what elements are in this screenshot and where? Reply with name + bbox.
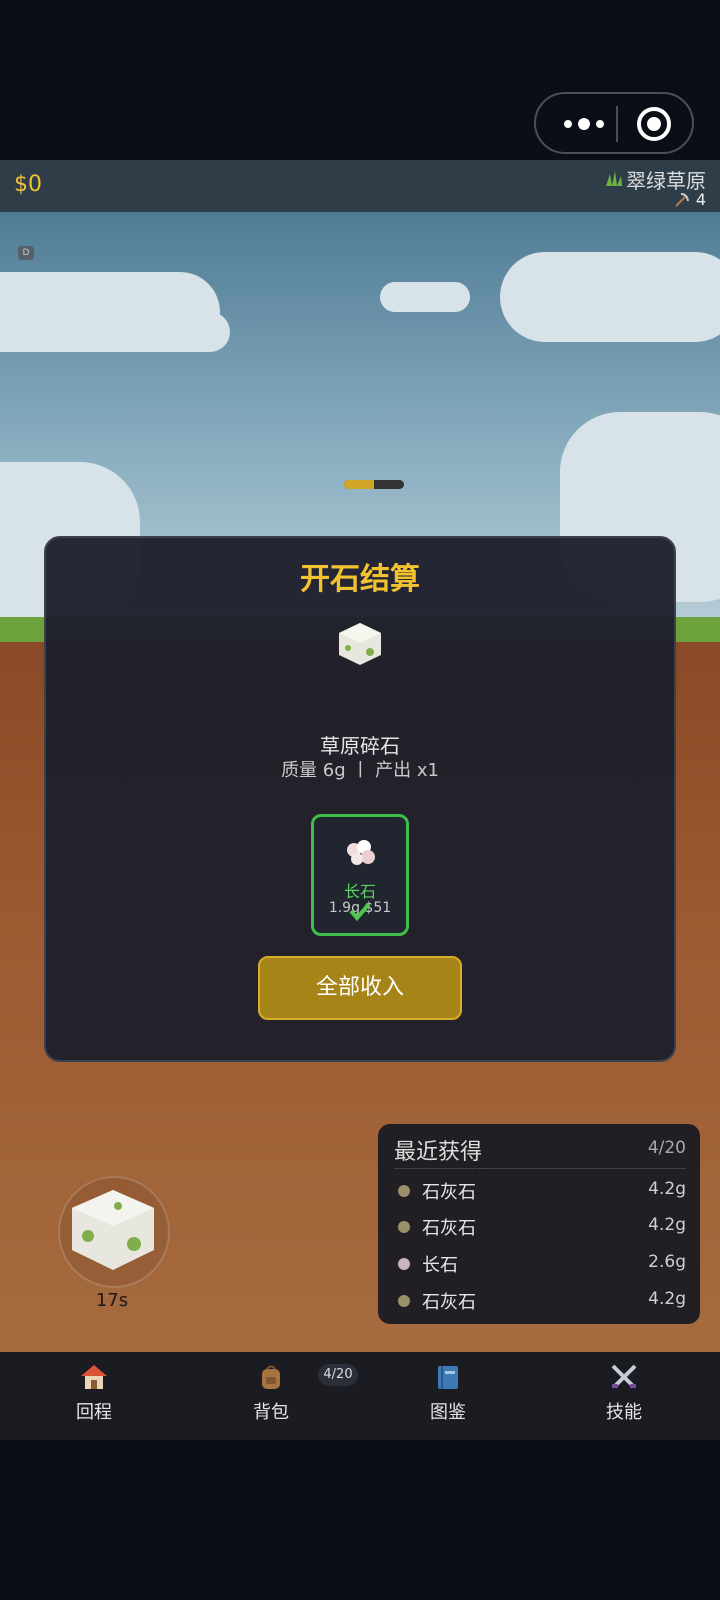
- list-item[interactable]: 石灰石 4.2g: [394, 1286, 686, 1316]
- book-icon: [438, 1366, 458, 1389]
- list-item[interactable]: 长石 2.6g: [394, 1249, 686, 1279]
- cloud: [60, 312, 230, 352]
- grass-icon: [606, 171, 622, 186]
- feldspar-icon: [347, 840, 375, 865]
- collect-all-button[interactable]: 全部收入: [258, 956, 462, 1020]
- mining-timer: 17s: [95, 1290, 129, 1311]
- close-target-icon[interactable]: [636, 106, 672, 142]
- money-display: $0: [14, 172, 42, 197]
- character-progress-bar: [344, 480, 404, 489]
- backpack-count-badge: 4/20: [318, 1364, 358, 1386]
- miniprogram-capsule: [534, 92, 694, 154]
- region-name: 翠绿草原: [626, 169, 706, 193]
- more-icon[interactable]: [556, 112, 616, 136]
- nav-codex[interactable]: 图鉴: [398, 1362, 498, 1424]
- stone-name: 草原碎石: [320, 734, 400, 758]
- list-item[interactable]: 石灰石 4.2g: [394, 1212, 686, 1242]
- limestone-icon: [398, 1185, 410, 1197]
- recent-count: 4/20: [647, 1138, 686, 1158]
- modal-title: 开石结算: [300, 562, 420, 597]
- nav-skills[interactable]: 技能: [574, 1362, 674, 1424]
- result-name: 长石: [343, 882, 376, 901]
- recent-title: 最近获得: [394, 1140, 483, 1165]
- nav-return[interactable]: 回程: [44, 1362, 144, 1424]
- cloud: [380, 282, 470, 312]
- backpack-icon: [262, 1365, 280, 1389]
- stone-cube-icon: [339, 623, 381, 665]
- nav-backpack[interactable]: 背包: [221, 1362, 321, 1424]
- limestone-icon: [398, 1295, 410, 1307]
- cloud: [500, 252, 720, 342]
- pickaxe-icon: [675, 193, 689, 207]
- limestone-icon: [398, 1221, 410, 1233]
- feldspar-icon: [398, 1258, 410, 1270]
- crossed-swords-icon: [611, 1364, 637, 1388]
- divider: [394, 1168, 686, 1169]
- capsule-divider: [616, 106, 618, 142]
- list-item[interactable]: 石灰石 4.2g: [394, 1176, 686, 1206]
- stone-cube-icon[interactable]: [68, 1186, 158, 1272]
- house-icon: [81, 1365, 107, 1389]
- debug-badge[interactable]: D: [18, 246, 34, 260]
- pickaxe-count: 4: [695, 190, 706, 209]
- stone-info: 质量 6g 丨 产出 x1: [281, 760, 439, 781]
- check-icon: [349, 902, 371, 922]
